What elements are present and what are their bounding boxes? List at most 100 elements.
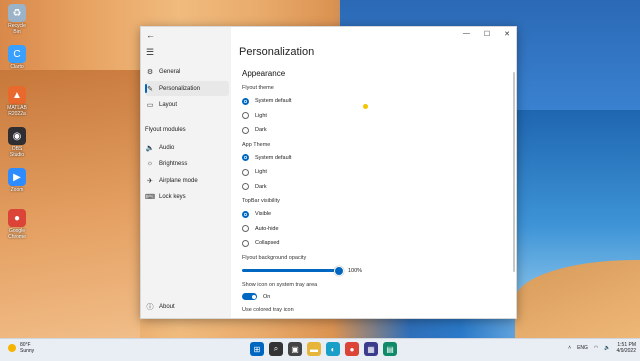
radio-label: System default xyxy=(255,98,292,105)
chrome-icon[interactable]: ● xyxy=(345,342,359,356)
search-icon[interactable]: ⌕ xyxy=(269,342,283,356)
app-icon[interactable]: ▤ xyxy=(383,342,397,356)
sidebar-item-label: Personalization xyxy=(159,85,201,92)
radio-label: Auto-hide xyxy=(255,225,279,232)
sidebar-item-label: General xyxy=(159,68,181,75)
taskbar: 80°F Sunny ⊞ ⌕ ▣ ▬ ◐ ● ▦ ▤ ˄ ENG ◠ 🔈 1:51 PM 4/… xyxy=(0,338,640,361)
sidebar-item-label: Audio xyxy=(159,144,175,151)
start-icon[interactable]: ⊞ xyxy=(250,342,264,356)
speaker-icon: 🔈 xyxy=(145,144,155,152)
radio-indicator xyxy=(242,112,249,120)
radio-label: Light xyxy=(255,112,267,119)
sun-icon: ☼ xyxy=(146,160,154,167)
desktop-icon[interactable]: ▲ MATLAB R2022a xyxy=(4,86,30,117)
sidebar-item-personalization[interactable]: ✎ Personalization xyxy=(145,81,229,96)
radio-indicator xyxy=(242,225,249,233)
clock[interactable]: 1:51 PM 4/9/2022 xyxy=(617,342,636,354)
radio-indicator xyxy=(242,183,249,191)
radio-indicator xyxy=(242,154,249,162)
desktop-icon[interactable]: ▶ Zoom xyxy=(4,168,30,193)
chevron-up-icon[interactable]: ˄ xyxy=(568,345,571,351)
clarto-icon: C xyxy=(8,45,26,63)
app-theme-light-radio[interactable]: Light xyxy=(242,165,507,180)
topbar-collapsed-radio[interactable]: Collapsed xyxy=(242,236,507,251)
toggle-state: On xyxy=(263,293,271,300)
opacity-slider[interactable] xyxy=(242,266,344,276)
flyout-theme-system-default-radio[interactable]: System default xyxy=(242,94,507,109)
radio-label: Collapsed xyxy=(255,240,280,247)
tray-icon-toggle[interactable] xyxy=(242,293,257,300)
scrollbar[interactable] xyxy=(513,72,515,272)
weather-condition: Sunny xyxy=(20,348,35,354)
file-explorer-icon[interactable]: ▬ xyxy=(307,342,321,356)
desktop-icon[interactable]: C Clarto xyxy=(4,45,30,70)
topbar-visible-radio[interactable]: Visible xyxy=(242,207,507,222)
desktop-icon-label: MATLAB R2022a xyxy=(7,105,27,117)
sidebar-item-about[interactable]: ⓘ About xyxy=(145,299,229,314)
app-theme-dark-radio[interactable]: Dark xyxy=(242,180,507,195)
desktop-icon[interactable]: ◉ OBS Studio xyxy=(4,127,30,158)
colored-tray-label: Use colored tray icon xyxy=(242,306,294,313)
sidebar-item-label: Airplane mode xyxy=(159,177,198,184)
slider-thumb[interactable] xyxy=(334,266,344,276)
tray-icon-label: Show icon on system tray area xyxy=(242,281,318,288)
taskbar-apps: ⊞ ⌕ ▣ ▬ ◐ ● ▦ ▤ xyxy=(250,342,397,356)
menu-icon[interactable]: ☰ xyxy=(146,47,154,58)
store-icon[interactable]: ▦ xyxy=(364,342,378,356)
sidebar-item-label: Layout xyxy=(159,101,178,108)
desktop-icon[interactable]: ♻ Recycle Bin xyxy=(4,4,30,35)
flyout-theme-label: Flyout theme xyxy=(242,85,274,91)
flyout-theme-light-radio[interactable]: Light xyxy=(242,109,507,124)
app-theme-label: App Theme xyxy=(242,141,271,148)
flyout-theme-dark-radio[interactable]: Dark xyxy=(242,123,507,138)
sidebar-item-label: Lock keys xyxy=(159,193,186,200)
flyout-modules-heading: Flyout modules xyxy=(145,127,186,133)
recycle-bin-icon: ♻ xyxy=(8,4,26,22)
language-indicator[interactable]: ENG xyxy=(577,345,588,351)
sidebar: ← ☰ ⚙ General ✎ Personalization ▭ Layout… xyxy=(141,27,231,318)
brush-icon: ✎ xyxy=(147,85,153,93)
layout-icon: ▭ xyxy=(146,101,154,109)
system-tray: ˄ ENG ◠ 🔈 1:51 PM 4/9/2022 xyxy=(568,342,636,354)
minimize-button[interactable]: — xyxy=(463,30,470,38)
radio-label: Visible xyxy=(255,211,272,218)
sidebar-item-layout[interactable]: ▭ Layout xyxy=(145,97,229,112)
desktop-icon-label: Recycle Bin xyxy=(8,23,26,35)
tray-icon-toggle-row: On xyxy=(242,291,507,303)
settings-window: ← ☰ ⚙ General ✎ Personalization ▭ Layout… xyxy=(140,26,517,319)
sidebar-item-general[interactable]: ⚙ General xyxy=(145,64,229,79)
back-arrow-icon[interactable]: ← xyxy=(146,30,155,40)
sidebar-item-brightness[interactable]: ☼ Brightness xyxy=(145,156,229,171)
desktop-icon-label: Google Chrome xyxy=(8,228,26,240)
section-title: Appearance xyxy=(242,69,286,78)
wifi-icon[interactable]: ◠ xyxy=(594,345,598,351)
radio-label: Dark xyxy=(255,183,267,190)
topbar-auto-hide-radio[interactable]: Auto-hide xyxy=(242,222,507,237)
sidebar-item-airplane-mode[interactable]: ✈ Airplane mode xyxy=(145,173,229,188)
weather-widget[interactable]: 80°F Sunny xyxy=(8,342,34,354)
sidebar-item-audio[interactable]: 🔈 Audio xyxy=(145,140,229,155)
matlab-icon: ▲ xyxy=(8,86,26,104)
maximize-button[interactable]: ☐ xyxy=(484,30,490,38)
radio-indicator xyxy=(242,168,249,176)
keyboard-icon: ⌨ xyxy=(145,193,156,201)
info-icon: ⓘ xyxy=(146,303,154,311)
taskview-icon[interactable]: ▣ xyxy=(288,342,302,356)
airplane-icon: ✈ xyxy=(147,177,153,185)
sidebar-item-label: Brightness xyxy=(159,160,188,167)
close-button[interactable]: ✕ xyxy=(504,30,510,38)
radio-label: Light xyxy=(255,169,267,176)
sidebar-item-lock-keys[interactable]: ⌨ Lock keys xyxy=(145,189,229,204)
volume-icon[interactable]: 🔈 xyxy=(604,345,610,351)
app-theme-system-default-radio[interactable]: System default xyxy=(242,151,507,166)
desktop-icon-label: Clarto xyxy=(10,64,24,70)
chrome-icon: ● xyxy=(8,209,26,227)
opacity-value: 100% xyxy=(348,267,363,274)
radio-label: System default xyxy=(255,154,292,161)
desktop-icon[interactable]: ● Google Chrome xyxy=(4,209,30,240)
radio-indicator xyxy=(242,239,249,247)
radio-label: Dark xyxy=(255,127,267,134)
window-controls: — ☐ ✕ xyxy=(463,30,510,38)
edge-icon[interactable]: ◐ xyxy=(326,342,340,356)
radio-indicator xyxy=(242,210,249,218)
